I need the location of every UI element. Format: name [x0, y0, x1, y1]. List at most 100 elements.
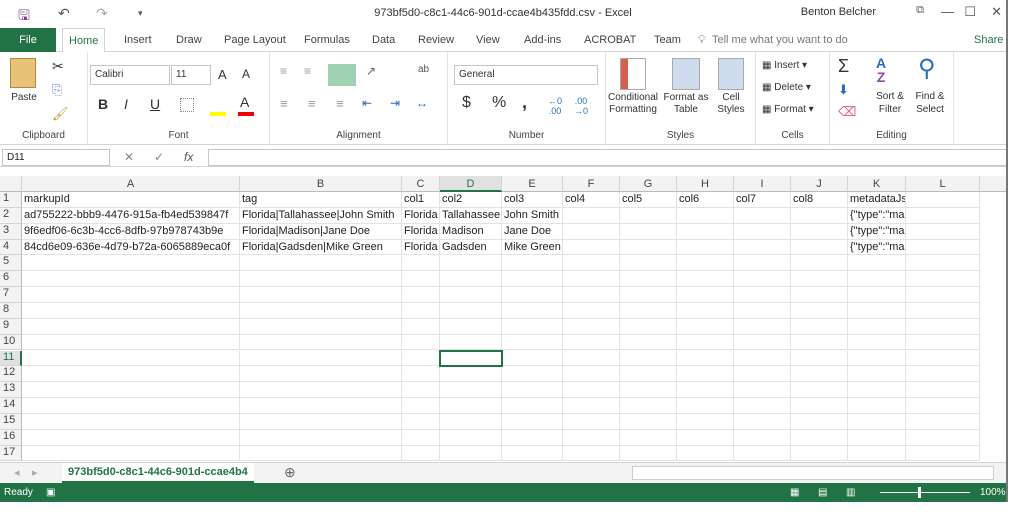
cancel-icon[interactable]: ✕ [124, 150, 134, 164]
cell-k3[interactable]: {"type":"markup-builder","sub [848, 223, 906, 240]
cell-k7[interactable] [848, 287, 906, 303]
cell-h11[interactable] [677, 350, 734, 367]
fill-icon[interactable]: ⬇ [838, 82, 849, 98]
cell-h3[interactable] [677, 223, 734, 240]
cell-i7[interactable] [734, 287, 791, 303]
cell-c7[interactable] [402, 287, 440, 303]
enter-icon[interactable]: ✓ [154, 150, 164, 164]
cell-l2[interactable] [906, 207, 980, 224]
cell-l6[interactable] [906, 271, 980, 288]
cell-c4[interactable]: Florida [402, 239, 440, 256]
cell-e3[interactable]: Jane Doe [502, 223, 563, 240]
cell-d2[interactable]: Tallahassee [440, 207, 502, 224]
cell-c13[interactable] [402, 382, 440, 399]
row-header[interactable]: 12 [0, 366, 22, 383]
row-header[interactable]: 6 [0, 271, 22, 288]
cell-b3[interactable]: Florida|Madison|Jane Doe [240, 223, 402, 240]
align-top-icon[interactable]: ≡ [280, 64, 287, 78]
cell-l15[interactable] [906, 413, 980, 430]
cell-a13[interactable] [22, 382, 240, 399]
cell-f2[interactable] [563, 207, 620, 224]
cell-g17[interactable] [620, 445, 677, 462]
cell-e9[interactable] [502, 318, 563, 335]
cell-j9[interactable] [791, 318, 848, 335]
cell-a7[interactable] [22, 287, 240, 303]
cell-l12[interactable] [906, 366, 980, 383]
column-header-i[interactable]: I [734, 176, 791, 192]
cell-e4[interactable]: Mike Green [502, 239, 563, 256]
cell-f7[interactable] [563, 287, 620, 303]
column-header-c[interactable]: C [402, 176, 440, 192]
tab-page-layout[interactable]: Page Layout [218, 28, 292, 52]
cell-h12[interactable] [677, 366, 734, 383]
active-cell-cursor[interactable] [439, 349, 503, 368]
cell-d12[interactable] [440, 366, 502, 383]
insert-function-button[interactable]: fx [184, 150, 193, 164]
new-sheet-icon[interactable]: ⊕ [284, 464, 296, 481]
cell-b5[interactable] [240, 255, 402, 272]
cell-i14[interactable] [734, 398, 791, 414]
align-bottom-icon[interactable]: ≡ [304, 64, 311, 78]
cell-c17[interactable] [402, 445, 440, 462]
cell-f11[interactable] [563, 350, 620, 367]
cell-e15[interactable] [502, 413, 563, 430]
share-button[interactable]: Share [968, 28, 1006, 52]
cell-k13[interactable] [848, 382, 906, 399]
cell-b9[interactable] [240, 318, 402, 335]
increase-decimal-icon[interactable]: ←0.00 [548, 96, 562, 116]
cell-a2[interactable]: ad755222-bbb9-4476-915a-fb4ed539847f [22, 207, 240, 224]
cell-f8[interactable] [563, 302, 620, 319]
cell-f13[interactable] [563, 382, 620, 399]
cell-b1[interactable]: tag [240, 192, 402, 208]
autosum-button[interactable]: Σ [838, 56, 849, 77]
cell-i11[interactable] [734, 350, 791, 367]
cell-j14[interactable] [791, 398, 848, 414]
zoom-level[interactable]: 100% [980, 483, 1006, 502]
cell-c2[interactable]: Florida [402, 207, 440, 224]
cell-a16[interactable] [22, 429, 240, 446]
row-header[interactable]: 15 [0, 413, 22, 430]
formula-input[interactable] [208, 149, 1006, 166]
cell-b15[interactable] [240, 413, 402, 430]
cell-k9[interactable] [848, 318, 906, 335]
decrease-indent-icon[interactable]: ⇤ [362, 96, 372, 110]
cell-b16[interactable] [240, 429, 402, 446]
cell-i6[interactable] [734, 271, 791, 288]
cell-h8[interactable] [677, 302, 734, 319]
cell-styles-button[interactable]: Cell Styles [710, 92, 752, 116]
cell-e6[interactable] [502, 271, 563, 288]
user-name[interactable]: Benton Belcher [801, 6, 876, 18]
decrease-font-icon[interactable]: A [242, 67, 250, 81]
tab-insert[interactable]: Insert [118, 28, 158, 52]
cell-f15[interactable] [563, 413, 620, 430]
column-header-f[interactable]: F [563, 176, 620, 192]
cell-a15[interactable] [22, 413, 240, 430]
cell-c8[interactable] [402, 302, 440, 319]
currency-button[interactable]: $ [462, 94, 471, 112]
cell-b17[interactable] [240, 445, 402, 462]
cell-g7[interactable] [620, 287, 677, 303]
column-header-l[interactable]: L [906, 176, 980, 192]
cell-c5[interactable] [402, 255, 440, 272]
sort-filter-button[interactable]: Sort & Filter [870, 90, 910, 116]
number-format-select[interactable]: General [454, 65, 598, 85]
cell-c12[interactable] [402, 366, 440, 383]
insert-cells-button[interactable]: ▦ Insert ▾ [762, 60, 807, 71]
format-as-table-button[interactable]: Format as Table [662, 92, 710, 116]
cell-g4[interactable] [620, 239, 677, 256]
cell-f6[interactable] [563, 271, 620, 288]
cell-k4[interactable]: {"type":"markup-builder","sub [848, 239, 906, 256]
sheet-nav-prev-icon[interactable]: ◂ [14, 466, 20, 479]
row-header[interactable]: 13 [0, 382, 22, 399]
cell-l7[interactable] [906, 287, 980, 303]
cell-k2[interactable]: {"type":"markup-builder","sub [848, 207, 906, 224]
format-as-table-icon[interactable] [672, 58, 700, 90]
cell-i16[interactable] [734, 429, 791, 446]
horizontal-scrollbar[interactable] [632, 466, 994, 480]
cell-a17[interactable] [22, 445, 240, 462]
cell-c16[interactable] [402, 429, 440, 446]
cell-j3[interactable] [791, 223, 848, 240]
cell-h2[interactable] [677, 207, 734, 224]
cell-b6[interactable] [240, 271, 402, 288]
column-header-a[interactable]: A [22, 176, 240, 192]
